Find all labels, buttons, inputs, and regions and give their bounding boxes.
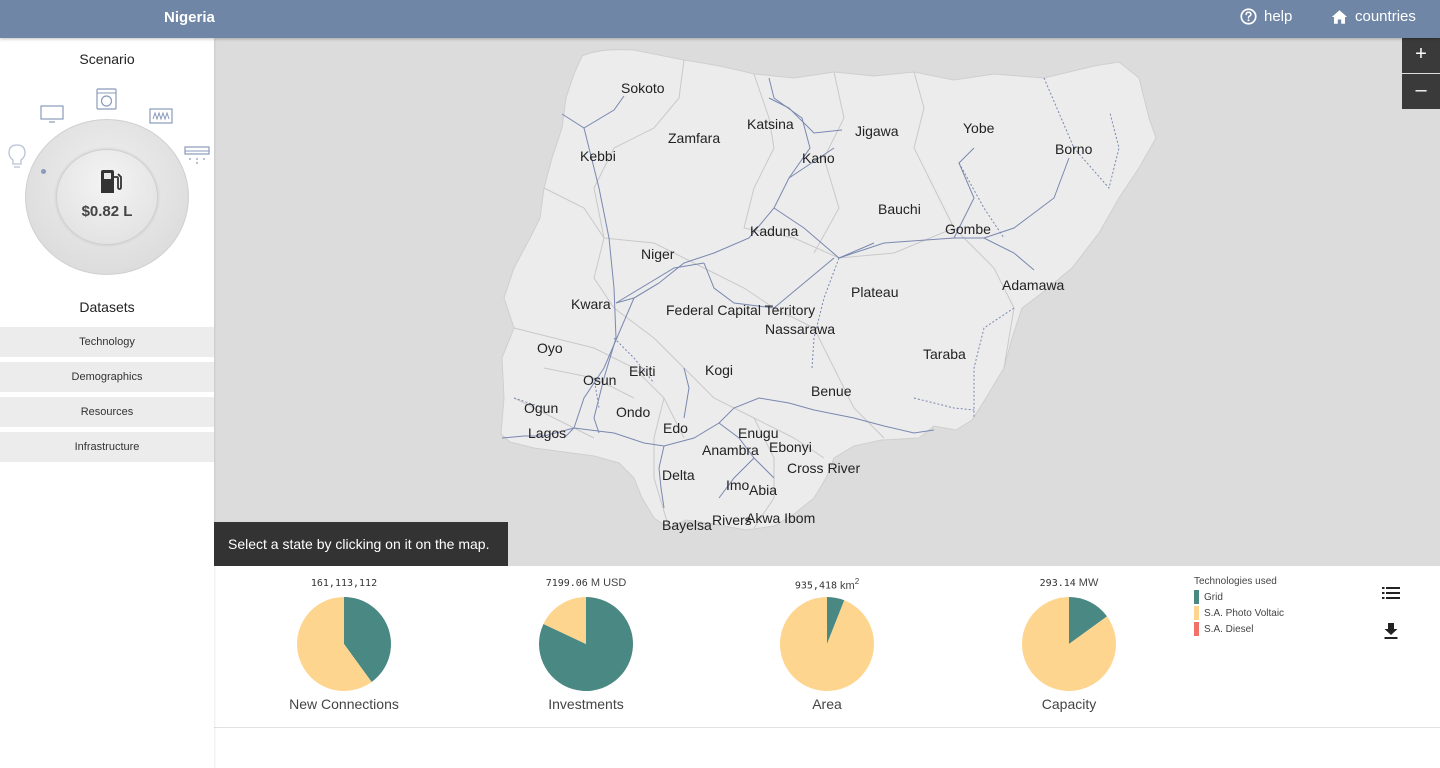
state-label-akwa-ibom[interactable]: Akwa Ibom xyxy=(746,510,815,526)
state-label-osun[interactable]: Osun xyxy=(583,372,616,388)
state-label-bauchi[interactable]: Bauchi xyxy=(878,201,921,217)
state-label-gombe[interactable]: Gombe xyxy=(945,221,991,237)
state-label-nassarawa[interactable]: Nassarawa xyxy=(765,321,835,337)
dataset-demographics[interactable]: Demographics xyxy=(0,362,214,392)
state-label-katsina[interactable]: Katsina xyxy=(747,116,794,132)
state-label-jigawa[interactable]: Jigawa xyxy=(855,123,899,139)
top-bar: Nigeria help countries xyxy=(0,0,1440,38)
legend-swatch xyxy=(1194,606,1199,620)
state-label-imo[interactable]: Imo xyxy=(726,477,749,493)
dataset-infrastructure[interactable]: Infrastructure xyxy=(0,432,214,462)
datasets-title: Datasets xyxy=(79,299,135,315)
state-label-adamawa[interactable]: Adamawa xyxy=(1002,277,1064,293)
state-label-oyo[interactable]: Oyo xyxy=(537,340,563,356)
washing-machine-icon[interactable] xyxy=(96,88,117,110)
state-label-sokoto[interactable]: Sokoto xyxy=(621,80,665,96)
legend-label: S.A. Diesel xyxy=(1204,623,1254,635)
stat-value: 7199.06 xyxy=(545,578,588,589)
legend-item-diesel: S.A. Diesel xyxy=(1194,621,1284,637)
tv-icon[interactable] xyxy=(40,105,64,123)
stat-label: Investments xyxy=(548,696,624,712)
stat-unit-exponent: 2 xyxy=(854,577,860,586)
stat-value: 161,113,112 xyxy=(310,578,378,589)
dataset-technology[interactable]: Technology xyxy=(0,327,214,357)
summary-panel: 161,113,112 New Connections 7199.06 M USD… xyxy=(214,566,1440,728)
heater-icon[interactable] xyxy=(149,108,173,124)
countries-label[interactable]: countries xyxy=(1355,8,1416,25)
state-label-zamfara[interactable]: Zamfara xyxy=(668,130,720,146)
pie-chart xyxy=(296,597,391,691)
state-label-taraba[interactable]: Taraba xyxy=(923,346,966,362)
legend-label: S.A. Photo Voltaic xyxy=(1204,607,1285,619)
state-label-kogi[interactable]: Kogi xyxy=(705,362,733,378)
legend-item-grid: Grid xyxy=(1194,589,1284,605)
legend-swatch xyxy=(1194,590,1199,604)
map-hint: Select a state by clicking on it on the … xyxy=(214,522,508,566)
state-label-ogun[interactable]: Ogun xyxy=(524,400,558,416)
state-label-plateau[interactable]: Plateau xyxy=(851,284,898,300)
state-label-borno[interactable]: Borno xyxy=(1055,141,1092,157)
legend-swatch xyxy=(1194,622,1199,636)
fan-icon[interactable] xyxy=(184,146,210,168)
zoom-out-button[interactable]: – xyxy=(1402,74,1440,109)
list-icon[interactable] xyxy=(1382,586,1400,600)
state-label-ondo[interactable]: Ondo xyxy=(616,404,650,420)
dial-handle[interactable] xyxy=(41,169,46,174)
help-label[interactable]: help xyxy=(1264,8,1292,25)
scenario-value: $0.82 L xyxy=(81,203,133,220)
legend-title: Technologies used xyxy=(1194,576,1277,587)
pie-chart xyxy=(780,597,874,691)
state-label-yobe[interactable]: Yobe xyxy=(963,120,994,136)
stat-value: 935,418 xyxy=(794,580,838,592)
state-label-kaduna[interactable]: Kaduna xyxy=(750,223,798,239)
state-label-kano[interactable]: Kano xyxy=(802,150,835,166)
state-label-ekiti[interactable]: Ekiti xyxy=(629,363,655,379)
stat-label: Area xyxy=(812,696,842,712)
lightbulb-icon[interactable] xyxy=(8,144,26,170)
help-link[interactable]: help xyxy=(1240,8,1292,25)
stat-unit: MW xyxy=(1078,577,1099,589)
state-label-edo[interactable]: Edo xyxy=(663,420,688,436)
legend-item-pv: S.A. Photo Voltaic xyxy=(1194,605,1284,621)
country-title: Nigeria xyxy=(164,9,215,26)
home-icon xyxy=(1331,9,1348,24)
fuel-pump-icon xyxy=(101,170,122,193)
state-label-abia[interactable]: Abia xyxy=(749,482,777,498)
stat-label: Capacity xyxy=(1041,696,1097,712)
state-label-cross-river[interactable]: Cross River xyxy=(787,460,860,476)
state-label-anambra[interactable]: Anambra xyxy=(702,442,759,458)
dataset-resources[interactable]: Resources xyxy=(0,397,214,427)
pie-chart xyxy=(1022,597,1116,691)
sidebar: Scenario $0.82 L Datasets Technology Dem… xyxy=(0,38,214,768)
state-label-kebbi[interactable]: Kebbi xyxy=(580,148,616,164)
state-label-bayelsa[interactable]: Bayelsa xyxy=(662,517,712,533)
state-label-fct[interactable]: Federal Capital Territory xyxy=(666,302,815,318)
state-label-kwara[interactable]: Kwara xyxy=(571,296,611,312)
legend-label: Grid xyxy=(1204,591,1223,603)
state-label-benue[interactable]: Benue xyxy=(811,383,851,399)
stat-unit: M USD xyxy=(590,577,627,589)
nigeria-map-shape[interactable] xyxy=(214,38,1440,566)
stat-value: 293.14 xyxy=(1039,578,1076,589)
pie-slice-s-a-photo-voltaic xyxy=(780,597,874,691)
pie-chart xyxy=(539,597,633,691)
stat-label: New Connections xyxy=(289,696,399,712)
state-label-lagos[interactable]: Lagos xyxy=(528,425,566,441)
scenario-dial-center xyxy=(56,149,158,245)
zoom-in-button[interactable]: + xyxy=(1402,38,1440,73)
state-label-ebonyi[interactable]: Ebonyi xyxy=(769,439,812,455)
download-icon[interactable] xyxy=(1384,623,1398,639)
technology-legend: Technologies used Grid S.A. Photo Voltai… xyxy=(1194,576,1284,637)
help-icon xyxy=(1240,8,1257,25)
stat-unit: km xyxy=(840,579,855,592)
countries-link[interactable]: countries xyxy=(1331,8,1416,25)
state-label-delta[interactable]: Delta xyxy=(662,467,695,483)
scenario-title: Scenario xyxy=(79,51,135,67)
country-map[interactable]: Sokoto Katsina Zamfara Jigawa Yobe Kebbi… xyxy=(214,38,1440,566)
state-label-niger[interactable]: Niger xyxy=(641,246,674,262)
